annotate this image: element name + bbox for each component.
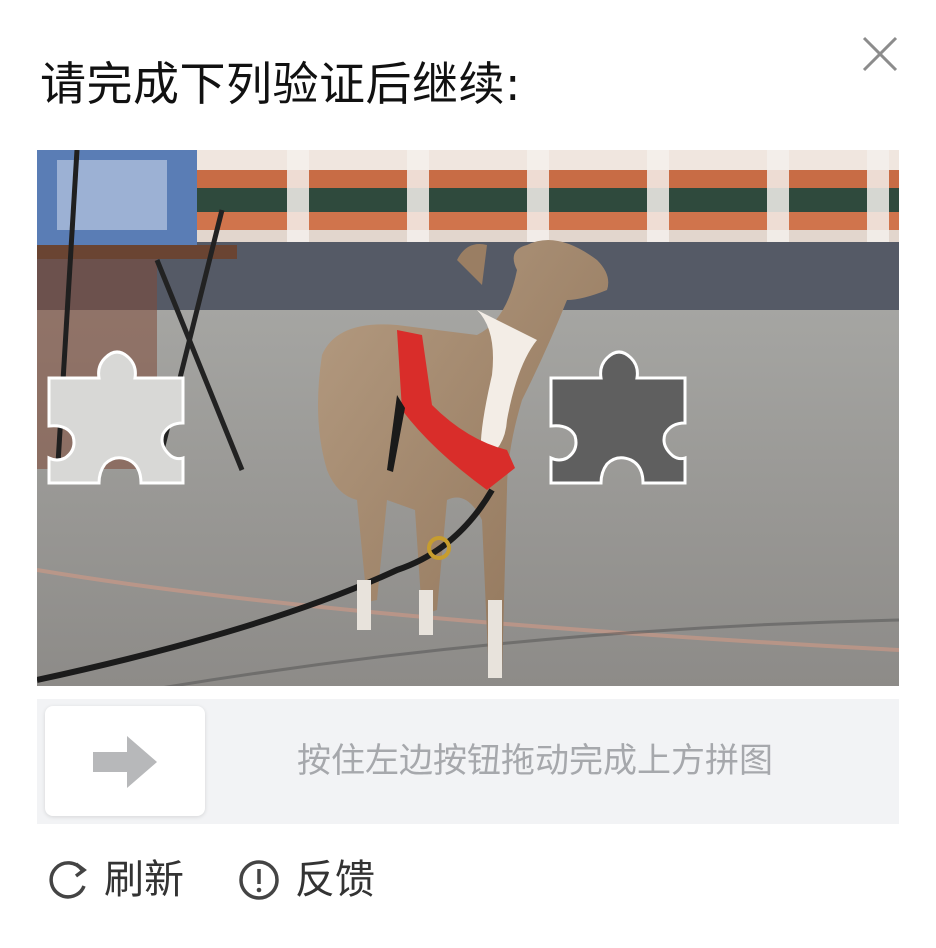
feedback-button[interactable]: 反馈: [237, 852, 375, 908]
captcha-dialog: 请完成下列验证后继续: 按住左边按钮拖动完成上方拼图 刷新 反馈: [0, 0, 936, 948]
refresh-icon: [49, 861, 87, 899]
slider-track: 按住左边按钮拖动完成上方拼图: [37, 699, 899, 824]
barrier: [197, 150, 899, 245]
slider-hint: 按住左边按钮拖动完成上方拼图: [297, 741, 773, 781]
feedback-label: 反馈: [295, 857, 375, 903]
dialog-title: 请完成下列验证后继续:: [40, 57, 521, 111]
exclamation-circle-icon: [239, 860, 279, 900]
close-button[interactable]: [858, 32, 902, 76]
refresh-label: 刷新: [104, 857, 184, 903]
puzzle-image: [37, 150, 899, 686]
close-icon: [862, 36, 898, 72]
refresh-button[interactable]: 刷新: [46, 852, 184, 908]
slider-handle[interactable]: [45, 706, 205, 816]
arrow-right-icon: [93, 736, 157, 788]
